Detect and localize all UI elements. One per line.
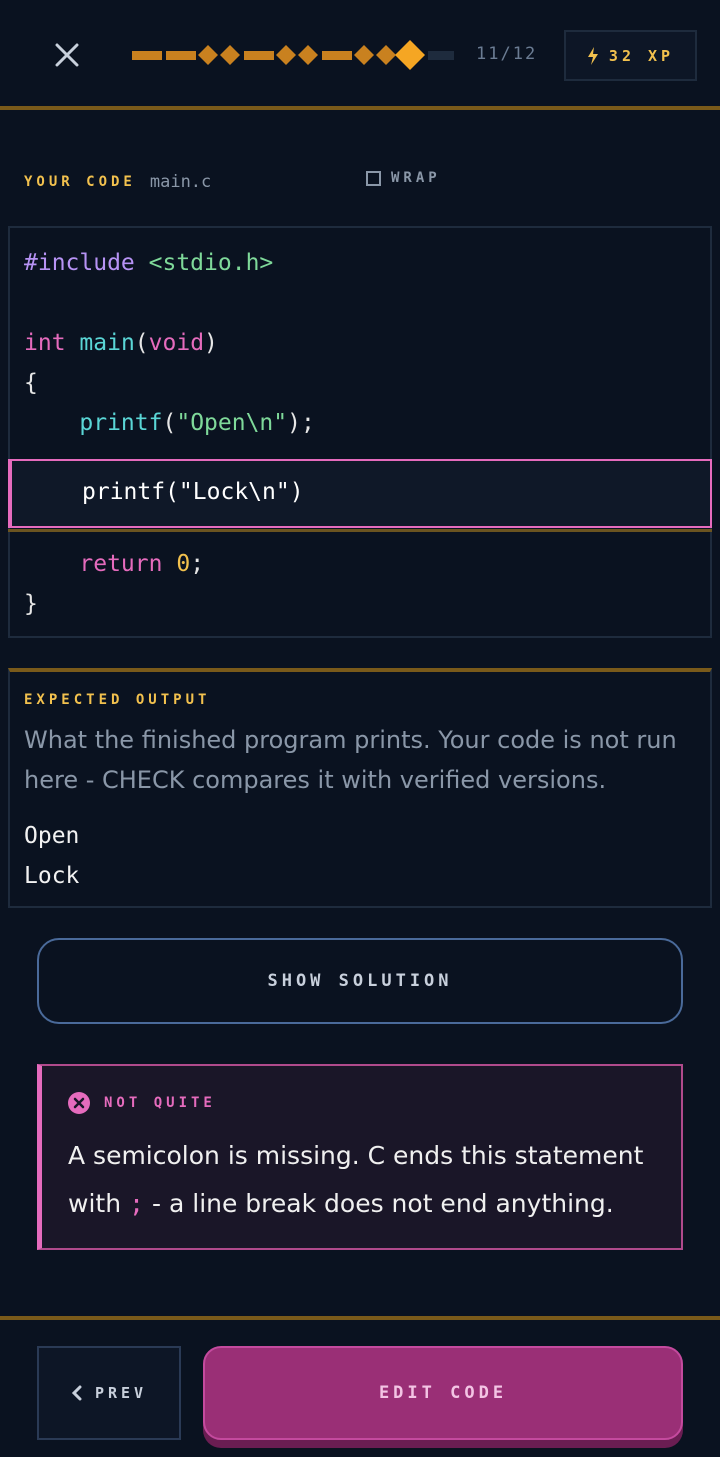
code-line: #include <stdio.h> — [24, 250, 274, 276]
progress-segment — [166, 51, 196, 60]
close-button[interactable] — [48, 36, 86, 74]
lightning-icon — [587, 46, 598, 65]
close-icon — [55, 43, 79, 67]
feedback-title: NOT QUITE — [104, 1095, 216, 1111]
progress-diamond — [298, 45, 318, 65]
feedback-text-after: - a line break does not end anything. — [144, 1189, 614, 1218]
feedback-panel: NOT QUITE A semicolon is missing. C ends… — [37, 1064, 683, 1250]
editable-line-underline — [8, 529, 712, 532]
editable-code-line[interactable]: printf("Lock\n") — [8, 459, 712, 528]
progress-diamond — [354, 45, 374, 65]
edit-code-button[interactable]: EDIT CODE — [203, 1346, 683, 1440]
progress-count: 11/12 — [476, 44, 538, 64]
code-line: } — [24, 591, 38, 617]
progress-segment-remaining — [428, 51, 454, 60]
code-line: int main(void) — [24, 330, 218, 356]
lesson-progress-bar — [132, 40, 454, 70]
bottom-bar: PREV EDIT CODE — [0, 1316, 720, 1457]
progress-current-diamond — [395, 40, 425, 70]
code-line: printf("Open\n"); — [79, 410, 315, 436]
xp-badge: 32 XP — [564, 30, 697, 81]
editable-line-text: printf("Lock\n") — [82, 479, 304, 505]
progress-diamond — [198, 45, 218, 65]
code-editor: #include <stdio.h> int main(void) { prin… — [8, 226, 712, 638]
code-panel-header: YOUR CODE main.c WRAP — [24, 168, 704, 196]
error-icon — [68, 1092, 90, 1114]
wrap-checkbox[interactable] — [366, 170, 381, 186]
code-line: { — [24, 370, 38, 396]
progress-segment — [132, 51, 162, 60]
xp-value: 32 XP — [608, 46, 675, 65]
top-bar: 11/12 32 XP — [0, 0, 720, 110]
expected-output-text: Open Lock — [24, 823, 80, 889]
show-solution-button[interactable]: SHOW SOLUTION — [37, 938, 683, 1024]
your-code-label: YOUR CODE — [24, 174, 136, 190]
wrap-toggle[interactable]: WRAP — [366, 170, 441, 186]
expected-output-panel: EXPECTED OUTPUT What the finished progra… — [8, 668, 712, 908]
progress-diamond — [276, 45, 296, 65]
feedback-header: NOT QUITE — [68, 1092, 216, 1114]
progress-segment — [322, 51, 352, 60]
expected-output-title: EXPECTED OUTPUT — [24, 692, 211, 708]
expected-output-description: What the finished program prints. Your c… — [24, 726, 677, 794]
semicolon-highlight: ; — [129, 1189, 145, 1218]
wrap-label: WRAP — [391, 170, 441, 186]
progress-diamond — [376, 45, 396, 65]
progress-diamond — [220, 45, 240, 65]
prev-label: PREV — [94, 1384, 148, 1402]
progress-segment — [244, 51, 274, 60]
chevron-left-icon — [71, 1385, 82, 1401]
prev-button[interactable]: PREV — [37, 1346, 181, 1440]
file-name: main.c — [149, 172, 212, 192]
feedback-message: A semicolon is missing. C ends this stat… — [68, 1132, 668, 1228]
code-line: return 0; — [79, 551, 205, 577]
